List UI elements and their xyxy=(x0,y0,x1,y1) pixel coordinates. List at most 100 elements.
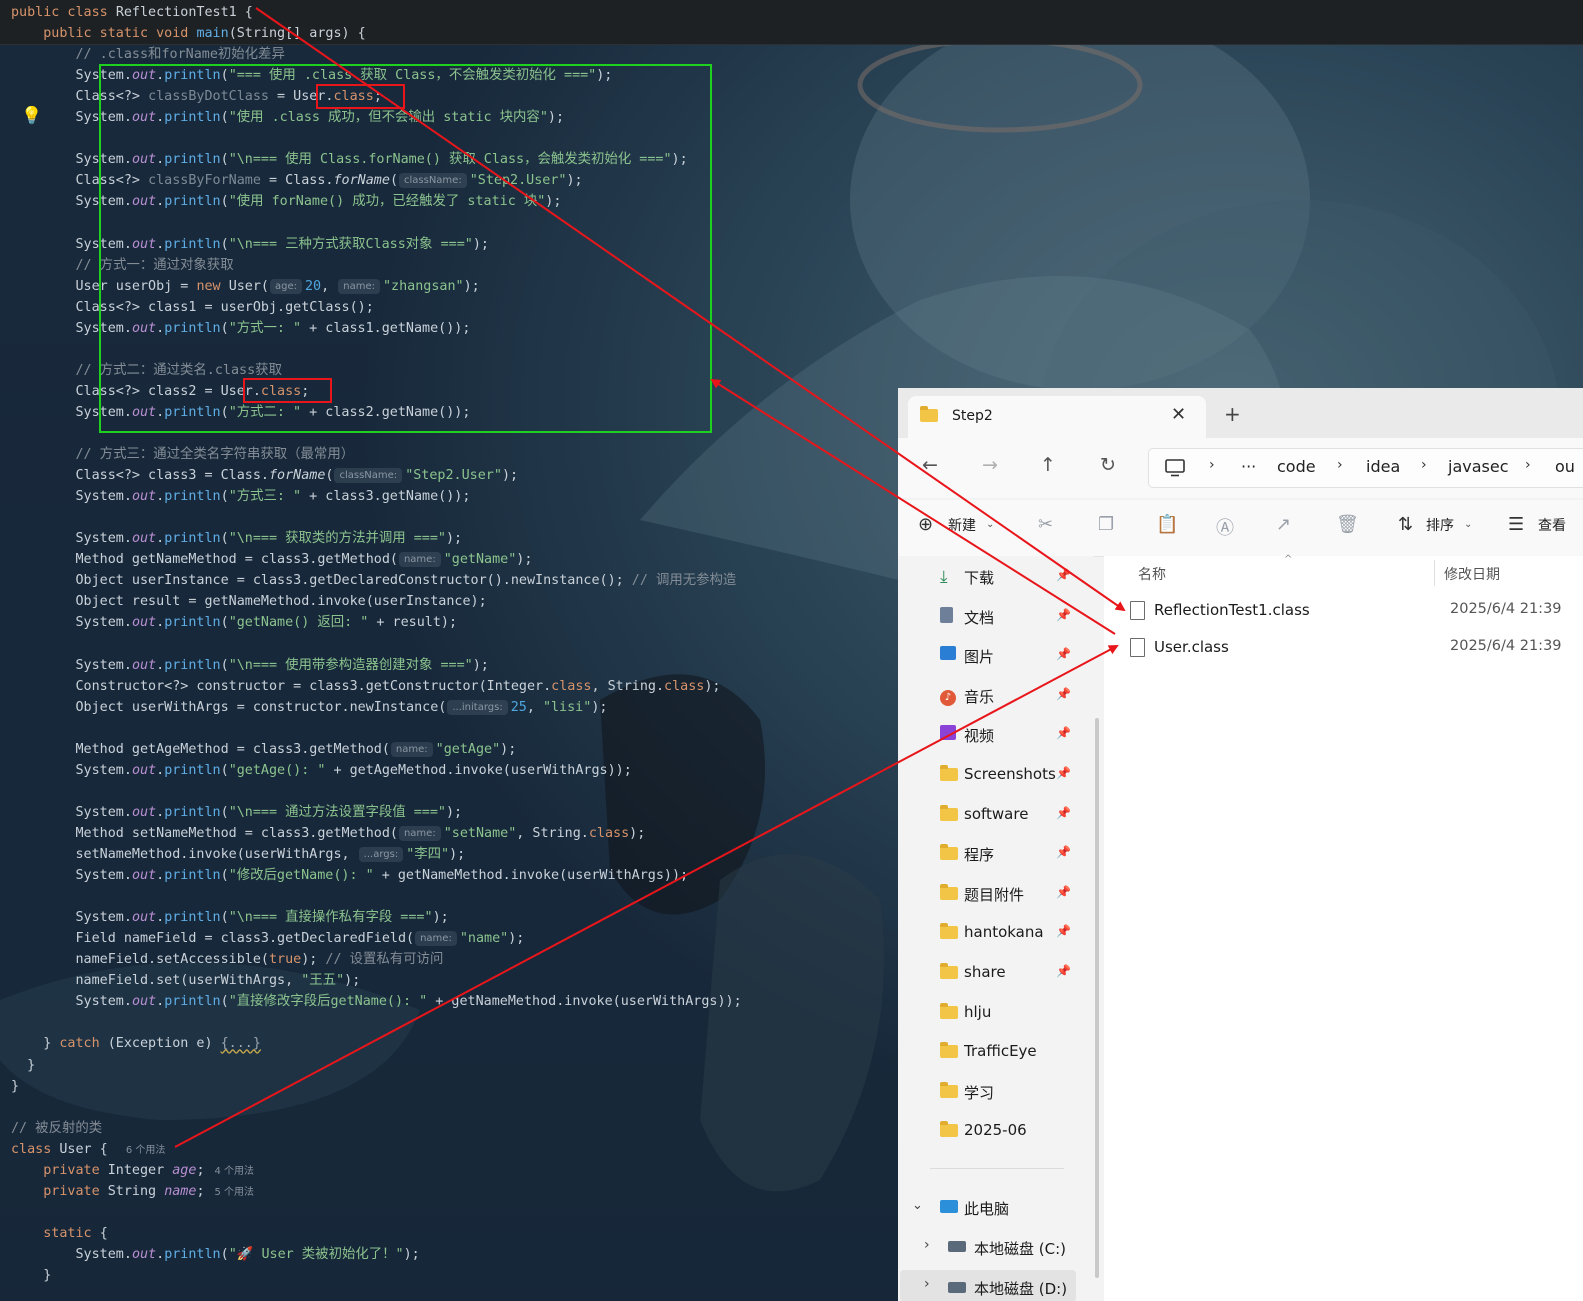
file-row[interactable]: User.class 2025/6/4 21:39 xyxy=(1124,633,1583,663)
code-token: , String. xyxy=(516,825,589,841)
code-line: System.out.println("修改后getName(): " + ge… xyxy=(11,865,688,886)
code-token: ); xyxy=(432,910,449,926)
code-token: "直接修改字段后getName(): " xyxy=(228,994,428,1010)
code-line: Object userInstance = class3.getDeclared… xyxy=(11,570,736,591)
sidebar-item-label: 此电脑 xyxy=(964,1200,1010,1218)
pin-icon[interactable]: 📌 xyxy=(1056,726,1071,740)
code-token: nameField.setAccessible( xyxy=(11,952,269,968)
code-token: static xyxy=(43,1225,100,1241)
column-modified[interactable]: 修改日期 xyxy=(1444,564,1500,584)
sort-button[interactable]: 排序 xyxy=(1426,515,1454,535)
breadcrumb-out[interactable]: ou xyxy=(1555,457,1575,476)
forward-arrow-icon[interactable]: → xyxy=(982,454,998,476)
sidebar-item-hlju[interactable]: hlju xyxy=(940,994,1080,1030)
cut-icon[interactable]: ✂ xyxy=(1038,514,1053,535)
sidebar-item-2025-06[interactable]: 2025-06 xyxy=(940,1112,1080,1148)
pin-icon[interactable]: 📌 xyxy=(1056,568,1071,582)
code-token: println xyxy=(164,531,221,547)
chevron-down-icon[interactable]: ⌄ xyxy=(912,1198,923,1213)
parameter-hint: className: xyxy=(334,468,403,484)
breadcrumb-javasec[interactable]: javasec xyxy=(1448,457,1509,476)
file-row[interactable]: ReflectionTest1.class 2025/6/4 21:39 xyxy=(1124,596,1583,626)
code-token: . xyxy=(156,489,165,505)
sidebar-item-hantokana[interactable]: hantokana 📌 xyxy=(940,914,1080,950)
code-token: , xyxy=(526,699,543,715)
sidebar-item-视频[interactable]: 视频 📌 xyxy=(940,716,1080,752)
folder-icon xyxy=(940,963,958,981)
pin-icon[interactable]: 📌 xyxy=(1056,924,1071,938)
code-token: true xyxy=(268,952,302,968)
parameter-hint: ...args: xyxy=(358,847,404,862)
tab-step2[interactable]: Step2 ✕ xyxy=(908,396,1206,438)
code-token: println xyxy=(164,762,221,778)
code-token: ( xyxy=(220,1246,229,1262)
code-line: System.out.println("\n=== 获取类的方法并调用 ==="… xyxy=(11,528,462,549)
new-button[interactable]: 新建 xyxy=(948,515,976,535)
pin-icon[interactable]: 📌 xyxy=(1056,766,1071,780)
pin-icon[interactable]: 📌 xyxy=(1056,608,1071,622)
code-token: (Exception e) xyxy=(107,1036,221,1052)
chevron-right-icon[interactable]: › xyxy=(924,1237,930,1253)
code-token: class xyxy=(11,1141,60,1157)
sidebar-item-音乐[interactable]: ♪ 音乐 📌 xyxy=(940,677,1080,713)
code-token: Constructor<?> constructor = class3.getC… xyxy=(11,678,552,694)
navigation-pane[interactable]: ⤓ 下载 📌 文档 📌 图片 📌 ♪ 音乐 📌 视频 📌 Screenshots 📌 software 📌 程序… xyxy=(898,556,1094,1301)
new-tab-button[interactable]: + xyxy=(1224,402,1241,426)
refresh-icon[interactable]: ↻ xyxy=(1100,454,1116,476)
navpane-scrollbar[interactable] xyxy=(1095,718,1099,1278)
code-token: "getAge(): " xyxy=(228,762,326,778)
code-token: println xyxy=(164,489,221,505)
close-icon[interactable]: ✕ xyxy=(1171,404,1186,425)
address-bar[interactable]: › ··· code › idea › javasec › ou xyxy=(1148,448,1583,488)
breadcrumb-idea[interactable]: idea xyxy=(1366,457,1400,476)
pin-icon[interactable]: 📌 xyxy=(1056,845,1071,859)
rename-icon[interactable]: Ⓐ xyxy=(1216,514,1234,540)
sidebar-item-share[interactable]: share 📌 xyxy=(940,954,1080,990)
pin-icon[interactable]: 📌 xyxy=(1056,885,1071,899)
sidebar-item-screenshots[interactable]: Screenshots 📌 xyxy=(940,756,1080,792)
sidebar-item-图片[interactable]: 图片 📌 xyxy=(940,637,1080,673)
code-token: , String. xyxy=(591,678,665,694)
folder-icon xyxy=(940,1081,958,1100)
sidebar-item-drive-d[interactable]: › 本地磁盘 (D:) xyxy=(900,1270,1076,1301)
lightbulb-icon[interactable]: 💡 xyxy=(21,106,42,126)
pin-icon[interactable]: 📌 xyxy=(1056,964,1071,978)
breadcrumb-code[interactable]: code xyxy=(1277,457,1316,476)
copy-icon[interactable]: ❐ xyxy=(1098,514,1114,535)
pin-icon[interactable]: 📌 xyxy=(1056,806,1071,820)
sidebar-item-drive-c[interactable]: › 本地磁盘 (C:) xyxy=(924,1236,1094,1266)
file-explorer-window[interactable]: Step2 ✕ + ← → ↑ ↻ › ··· code › idea › ja… xyxy=(898,388,1583,1301)
file-list[interactable]: 名称 ^ 修改日期 ReflectionTest1.class 2025/6/4 … xyxy=(1104,554,1583,1301)
sidebar-item-程序[interactable]: 程序 📌 xyxy=(940,835,1080,871)
code-token: ); xyxy=(508,931,525,947)
code-token: } xyxy=(11,1268,52,1283)
sidebar-item-下载[interactable]: ⤓ 下载 📌 xyxy=(940,558,1080,594)
folder-icon xyxy=(940,1002,958,1021)
column-name[interactable]: 名称 xyxy=(1138,564,1166,584)
sidebar-item-学习[interactable]: 学习 xyxy=(940,1073,1080,1109)
pin-icon[interactable]: 📌 xyxy=(1056,647,1071,661)
back-arrow-icon[interactable]: ← xyxy=(922,454,938,476)
up-arrow-icon[interactable]: ↑ xyxy=(1040,454,1056,476)
paste-icon[interactable]: 📋 xyxy=(1156,514,1178,535)
sidebar-item-label: 本地磁盘 (D:) xyxy=(974,1280,1068,1298)
code-token: "lisi" xyxy=(542,699,592,715)
sidebar-item-this-pc[interactable]: ⌄ 此电脑 xyxy=(912,1196,1092,1226)
breadcrumb-more[interactable]: ··· xyxy=(1241,457,1256,476)
sidebar-item-题目附件[interactable]: 题目附件 📌 xyxy=(940,875,1080,911)
view-button[interactable]: 查看 xyxy=(1538,515,1566,535)
sidebar-item-software[interactable]: software 📌 xyxy=(940,796,1080,832)
chevron-right-icon[interactable]: › xyxy=(924,1276,930,1292)
pin-icon[interactable]: 📌 xyxy=(1056,687,1071,701)
sidebar-item-label: 题目附件 xyxy=(964,885,1025,904)
sidebar-item-trafficeye[interactable]: TrafficEye xyxy=(940,1033,1080,1069)
code-token: Method getAgeMethod = class3.getMethod( xyxy=(11,741,390,757)
share-icon[interactable]: ↗ xyxy=(1276,514,1291,535)
code-token: ( xyxy=(325,468,334,484)
delete-icon[interactable]: 🗑 xyxy=(1336,514,1359,535)
code-token: "getAge" xyxy=(435,741,501,757)
sidebar-item-文档[interactable]: 文档 📌 xyxy=(940,598,1080,634)
code-token[interactable]: {...} xyxy=(221,1036,261,1051)
